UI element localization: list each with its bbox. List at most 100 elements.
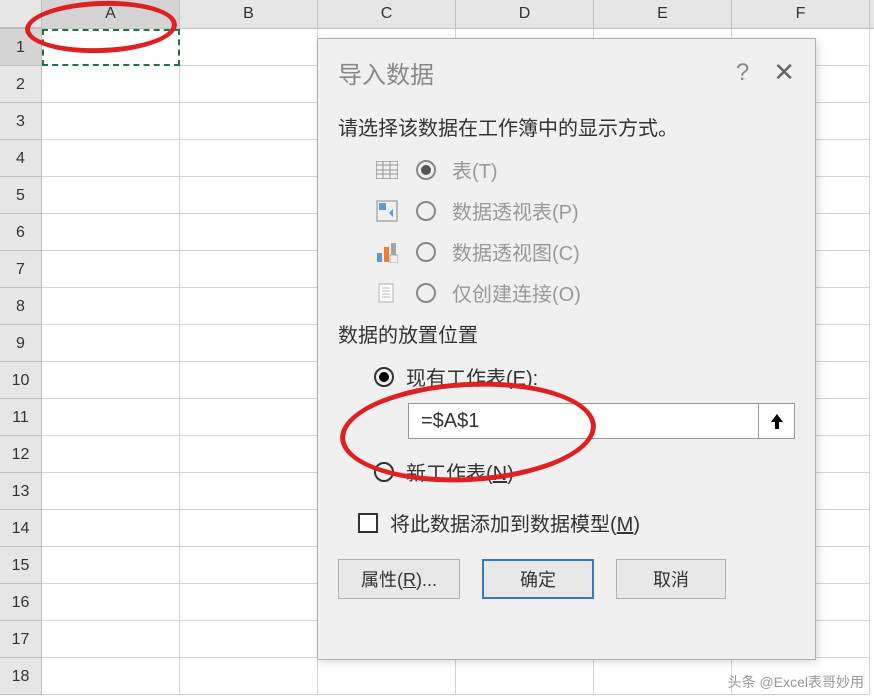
cell[interactable] <box>180 325 318 362</box>
cell[interactable] <box>42 325 180 362</box>
cell[interactable] <box>42 29 180 66</box>
cell[interactable] <box>180 66 318 103</box>
dialog-header: 导入数据 ? ✕ <box>318 39 815 102</box>
cell[interactable] <box>42 473 180 510</box>
option-pivot-chart-label: 数据透视图(C) <box>452 237 580 266</box>
option-connection-only: 仅创建连接(O) <box>338 278 795 307</box>
col-header-a[interactable]: A <box>42 0 180 28</box>
cell[interactable] <box>318 658 456 695</box>
cell-reference-input[interactable] <box>408 403 759 439</box>
watermark: 头条 @Excel表哥妙用 <box>728 672 864 692</box>
cell[interactable] <box>180 362 318 399</box>
display-mode-label: 请选择该数据在工作簿中的显示方式。 <box>338 112 795 141</box>
cell[interactable] <box>42 214 180 251</box>
cell[interactable] <box>42 288 180 325</box>
cell[interactable] <box>180 658 318 695</box>
row-header-1[interactable]: 1 <box>0 29 42 66</box>
row-header-3[interactable]: 3 <box>0 103 42 140</box>
cell[interactable] <box>180 399 318 436</box>
cell[interactable] <box>42 621 180 658</box>
cell[interactable] <box>180 510 318 547</box>
col-header-d[interactable]: D <box>456 0 594 28</box>
row-header-16[interactable]: 16 <box>0 584 42 621</box>
add-to-model-row[interactable]: 将此数据添加到数据模型(M) <box>338 508 795 537</box>
cell[interactable] <box>42 140 180 177</box>
option-pivot-chart: 数据透视图(C) <box>338 237 795 266</box>
cell[interactable] <box>180 251 318 288</box>
cancel-button[interactable]: 取消 <box>616 559 726 599</box>
col-header-b[interactable]: B <box>180 0 318 28</box>
cell[interactable] <box>456 658 594 695</box>
radio-existing-sheet[interactable] <box>374 367 394 387</box>
radio-connection-only <box>416 283 436 303</box>
option-connection-label: 仅创建连接(O) <box>452 278 581 307</box>
row-header-10[interactable]: 10 <box>0 362 42 399</box>
option-new-label: 新工作表(N) <box>406 457 514 486</box>
pivot-chart-icon <box>374 239 400 265</box>
cell[interactable] <box>180 140 318 177</box>
cell[interactable] <box>180 473 318 510</box>
radio-table <box>416 160 436 180</box>
placement-label: 数据的放置位置 <box>338 319 795 348</box>
ok-button[interactable]: 确定 <box>482 559 594 599</box>
cell[interactable] <box>180 584 318 621</box>
col-header-f[interactable]: F <box>732 0 870 28</box>
row-header-2[interactable]: 2 <box>0 66 42 103</box>
radio-pivot-table <box>416 201 436 221</box>
add-to-model-label: 将此数据添加到数据模型(M) <box>390 508 640 537</box>
cell[interactable] <box>42 436 180 473</box>
option-existing-label: 现有工作表(E): <box>406 362 538 391</box>
cell[interactable] <box>42 658 180 695</box>
cell[interactable] <box>42 584 180 621</box>
cell[interactable] <box>42 251 180 288</box>
row-header-17[interactable]: 17 <box>0 621 42 658</box>
option-pivot-table: 数据透视表(P) <box>338 196 795 225</box>
cell[interactable] <box>42 399 180 436</box>
option-existing-sheet[interactable]: 现有工作表(E): <box>338 362 795 391</box>
cell[interactable] <box>42 547 180 584</box>
add-to-model-checkbox[interactable] <box>358 513 378 533</box>
pivot-table-icon <box>374 198 400 224</box>
row-header-9[interactable]: 9 <box>0 325 42 362</box>
row-header-7[interactable]: 7 <box>0 251 42 288</box>
cell[interactable] <box>180 103 318 140</box>
row-header-8[interactable]: 8 <box>0 288 42 325</box>
row-header-13[interactable]: 13 <box>0 473 42 510</box>
col-header-c[interactable]: C <box>318 0 456 28</box>
option-table: 表(T) <box>338 155 795 184</box>
cell[interactable] <box>180 29 318 66</box>
collapse-dialog-button[interactable] <box>759 403 795 439</box>
cell[interactable] <box>180 621 318 658</box>
row-header-11[interactable]: 11 <box>0 399 42 436</box>
option-new-sheet[interactable]: 新工作表(N) <box>338 457 795 486</box>
cell[interactable] <box>594 658 732 695</box>
help-icon[interactable]: ? <box>736 59 749 87</box>
row-header-12[interactable]: 12 <box>0 436 42 473</box>
row-header-18[interactable]: 18 <box>0 658 42 695</box>
close-icon[interactable]: ✕ <box>773 57 795 88</box>
col-header-e[interactable]: E <box>594 0 732 28</box>
properties-button[interactable]: 属性(R)... <box>338 559 460 599</box>
cell[interactable] <box>42 510 180 547</box>
row-header-5[interactable]: 5 <box>0 177 42 214</box>
cell[interactable] <box>42 362 180 399</box>
cell[interactable] <box>180 436 318 473</box>
table-icon <box>374 157 400 183</box>
cell[interactable] <box>180 177 318 214</box>
row-header-14[interactable]: 14 <box>0 510 42 547</box>
row-header-6[interactable]: 6 <box>0 214 42 251</box>
cell[interactable] <box>42 66 180 103</box>
cell[interactable] <box>180 288 318 325</box>
option-table-label: 表(T) <box>452 155 498 184</box>
row-header-4[interactable]: 4 <box>0 140 42 177</box>
select-all-corner[interactable] <box>0 0 42 28</box>
dialog-title: 导入数据 <box>338 55 434 90</box>
row-header-15[interactable]: 15 <box>0 547 42 584</box>
cell[interactable] <box>180 214 318 251</box>
cell[interactable] <box>42 103 180 140</box>
radio-new-sheet[interactable] <box>374 462 394 482</box>
radio-pivot-chart <box>416 242 436 262</box>
cell[interactable] <box>42 177 180 214</box>
option-pivot-table-label: 数据透视表(P) <box>452 196 579 225</box>
cell[interactable] <box>180 547 318 584</box>
